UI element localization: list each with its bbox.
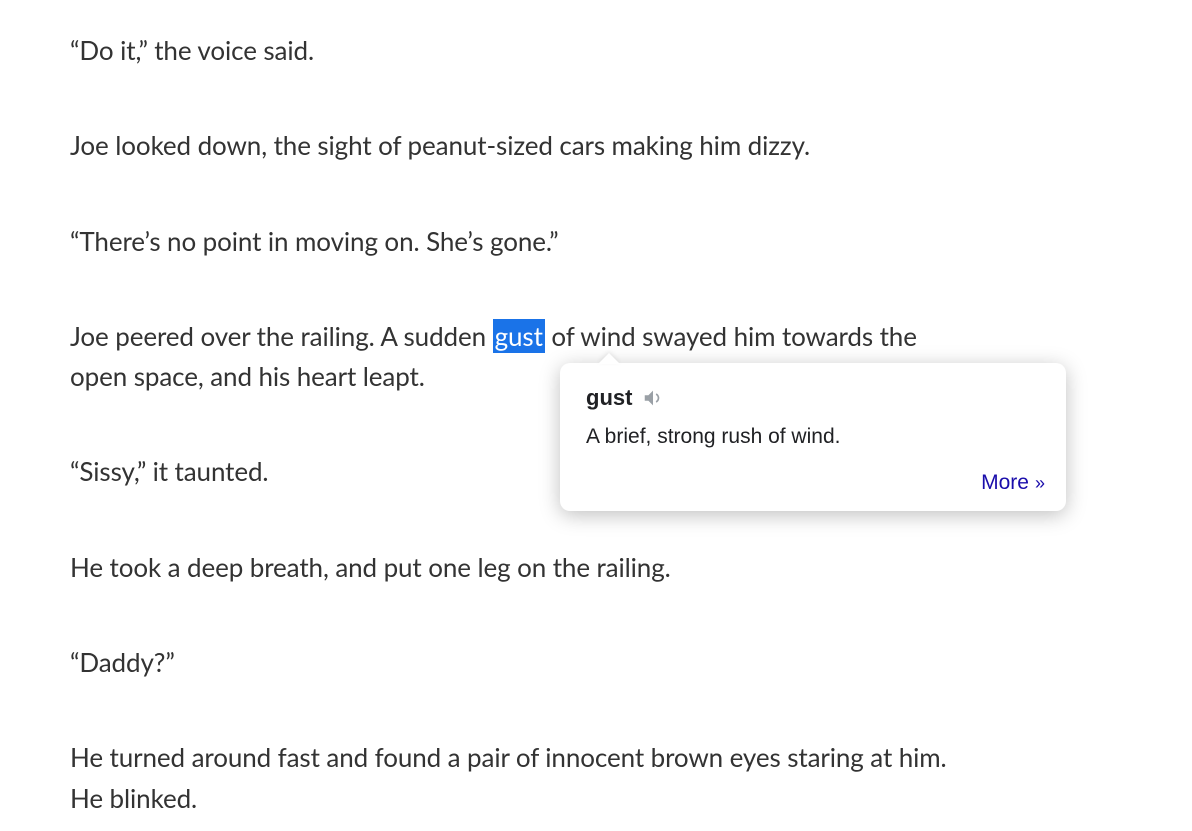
paragraph: He took a deep breath, and put one leg o… — [70, 547, 980, 587]
tooltip-word: gust — [586, 385, 632, 411]
paragraph: “Do it,” the voice said. — [70, 30, 980, 70]
tooltip-definition: A brief, strong rush of wind. — [586, 425, 1040, 449]
paragraph: Joe looked down, the sight of peanut-siz… — [70, 125, 980, 165]
paragraph: He turned around fast and found a pair o… — [70, 737, 980, 818]
speaker-icon[interactable] — [642, 387, 664, 409]
paragraph: “Daddy?” — [70, 642, 980, 682]
highlighted-word[interactable]: gust — [493, 319, 545, 353]
dictionary-tooltip: gust A brief, strong rush of wind. More … — [560, 363, 1066, 511]
text-fragment: Joe peered over the railing. A sudden — [70, 320, 493, 352]
more-link-label: More — [981, 471, 1029, 495]
tooltip-footer: More » — [586, 471, 1040, 495]
paragraph: “There’s no point in moving on. She’s go… — [70, 221, 980, 261]
tooltip-header: gust — [586, 385, 1040, 411]
more-link[interactable]: More » — [981, 471, 1040, 495]
chevron-right-icon: » — [1035, 473, 1040, 494]
